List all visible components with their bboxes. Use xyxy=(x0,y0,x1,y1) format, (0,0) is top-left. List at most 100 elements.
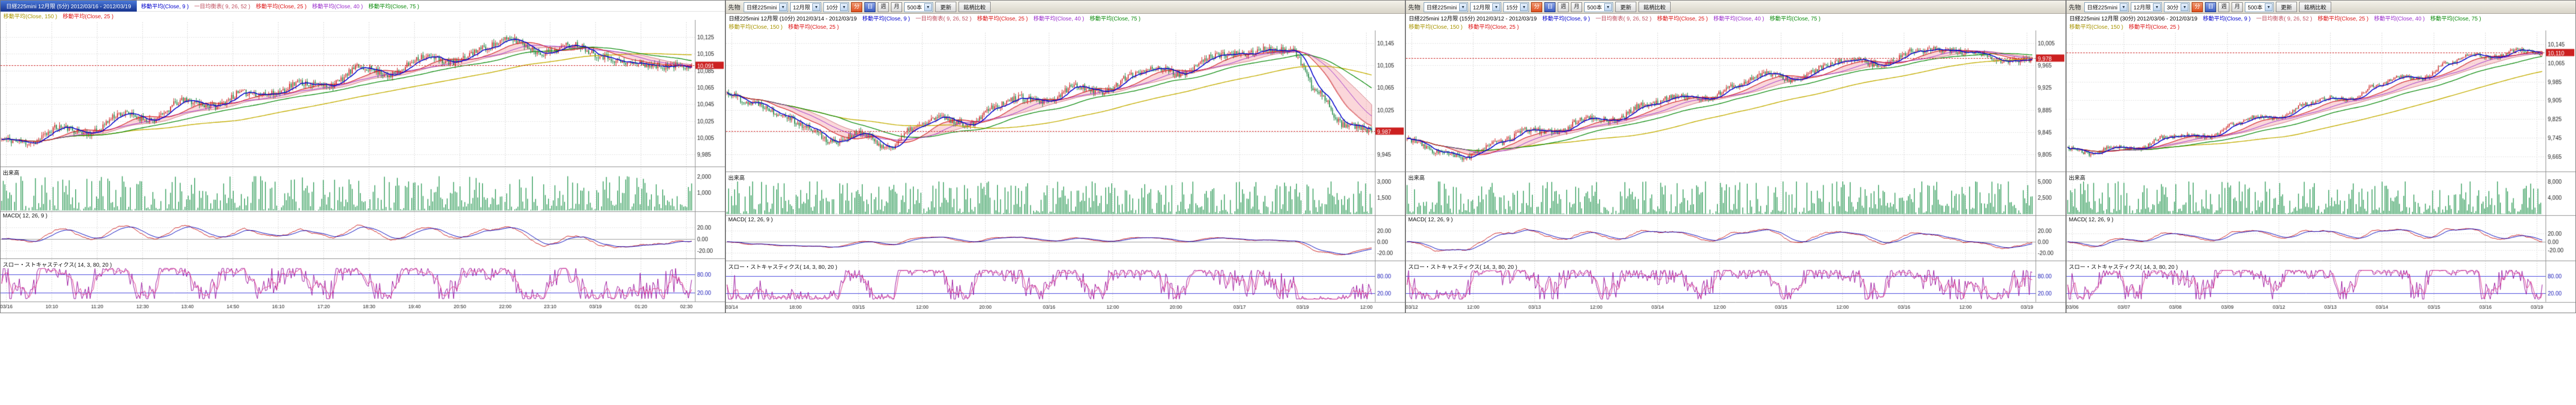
legend-ma40: 移動平均(Close, 40 ) xyxy=(2374,14,2425,22)
bars-select[interactable]: 500本▼ xyxy=(2245,2,2274,12)
timeframe-value: 15分 xyxy=(1506,3,1518,11)
titlebar-row: 日経225mini 12月限 (5分) 2012/03/16 - 2012/03… xyxy=(1,1,725,12)
legend-ma75: 移動平均(Close, 75 ) xyxy=(368,2,419,10)
chart-area[interactable]: 出来高 MACD( 12, 26, 9 ) スロー・ストキャスティクス( 14,… xyxy=(1406,30,2065,313)
chart-toolbar: 先物 日経225mini▼ 12月限▼ 15分▼ 分 日 週 月 500本▼ 更… xyxy=(1406,1,2065,14)
volume-label: 出来高 xyxy=(3,168,19,176)
legend-ma40: 移動平均(Close, 40 ) xyxy=(1713,14,1764,22)
volume-label: 出来高 xyxy=(2069,173,2085,181)
contract-select[interactable]: 12月限▼ xyxy=(1470,2,1501,12)
chevron-down-icon: ▼ xyxy=(1604,3,1612,11)
update-button[interactable]: 更新 xyxy=(1615,2,1636,12)
legend-ma9: 移動平均(Close, 9 ) xyxy=(1542,14,1590,22)
period-button-minute[interactable]: 分 xyxy=(2192,2,2203,12)
symbol-value: 日経225mini xyxy=(746,3,777,11)
chart-title: 日経225mini 12月限 (10分) 2012/03/14 - 2012/0… xyxy=(729,14,857,22)
volume-label: 出来高 xyxy=(1408,173,1425,181)
chart-toolbar: 先物 日経225mini▼ 12月限▼ 30分▼ 分 日 週 月 500本▼ 更… xyxy=(2067,1,2575,14)
compare-button[interactable]: 銘柄比較 xyxy=(2299,2,2331,12)
volume-label: 出来高 xyxy=(728,173,745,181)
macd-label: MACD( 12, 26, 9 ) xyxy=(3,213,48,219)
compare-button[interactable]: 銘柄比較 xyxy=(959,2,991,12)
chevron-down-icon: ▼ xyxy=(812,3,820,11)
update-button[interactable]: 更新 xyxy=(2276,2,2297,12)
legend-row-2: 移動平均(Close, 150 ) 移動平均(Close, 25 ) xyxy=(726,22,1405,30)
legend-ma25: 移動平均(Close, 25 ) xyxy=(1657,14,1708,22)
period-button-month[interactable]: 月 xyxy=(891,2,902,12)
contract-value: 12月限 xyxy=(2134,3,2151,11)
timeframe-select[interactable]: 15分▼ xyxy=(1503,2,1529,12)
chevron-down-icon: ▼ xyxy=(1492,3,1500,11)
legend-ma150: 移動平均(Close, 150 ) xyxy=(729,22,782,30)
chevron-down-icon: ▼ xyxy=(2265,3,2273,11)
legend-ma25: 移動平均(Close, 25 ) xyxy=(256,2,307,10)
period-button-minute[interactable]: 分 xyxy=(1531,2,1542,12)
period-button-minute[interactable]: 分 xyxy=(851,2,862,12)
period-button-week[interactable]: 週 xyxy=(1558,2,1569,12)
legend-ma9: 移動平均(Close, 9 ) xyxy=(862,14,910,22)
legend-ma9: 移動平均(Close, 9 ) xyxy=(2203,14,2250,22)
compare-button[interactable]: 銘柄比較 xyxy=(1639,2,1671,12)
legend-vol-ma25: 移動平均(Close, 25 ) xyxy=(2129,22,2180,30)
period-button-week[interactable]: 週 xyxy=(2218,2,2229,12)
legend-ma150: 移動平均(Close, 150 ) xyxy=(3,12,57,20)
timeframe-value: 30分 xyxy=(2167,3,2178,11)
timeframe-value: 10分 xyxy=(826,3,838,11)
chart-area[interactable]: 出来高 MACD( 12, 26, 9 ) スロー・ストキャスティクス( 14,… xyxy=(2067,30,2575,313)
stochastics-label: スロー・ストキャスティクス( 14, 3, 80, 20 ) xyxy=(728,262,837,271)
contract-select[interactable]: 12月限▼ xyxy=(2131,2,2162,12)
chevron-down-icon: ▼ xyxy=(1520,3,1528,11)
market-label: 先物 xyxy=(728,3,740,12)
legend-ma25: 移動平均(Close, 25 ) xyxy=(2318,14,2369,22)
chevron-down-icon: ▼ xyxy=(924,3,932,11)
period-button-month[interactable]: 月 xyxy=(1571,2,1582,12)
stochastics-label: スロー・ストキャスティクス( 14, 3, 80, 20 ) xyxy=(1408,262,1517,271)
legend-ma40: 移動平均(Close, 40 ) xyxy=(1033,14,1084,22)
window-title[interactable]: 日経225mini 12月限 (5分) 2012/03/16 - 2012/03… xyxy=(1,1,137,12)
bars-value: 500本 xyxy=(2248,3,2263,11)
timeframe-select[interactable]: 10分▼ xyxy=(823,2,849,12)
period-button-day[interactable]: 日 xyxy=(2205,2,2216,12)
macd-label: MACD( 12, 26, 9 ) xyxy=(2069,217,2114,223)
contract-select[interactable]: 12月限▼ xyxy=(790,2,821,12)
timeframe-select[interactable]: 30分▼ xyxy=(2164,2,2189,12)
period-button-week[interactable]: 週 xyxy=(878,2,889,12)
chevron-down-icon: ▼ xyxy=(840,3,848,11)
legend-ichimoku: 一目均衡表( 9, 26, 52 ) xyxy=(2256,14,2312,22)
update-button[interactable]: 更新 xyxy=(935,2,956,12)
legend-ma25: 移動平均(Close, 25 ) xyxy=(977,14,1028,22)
bars-value: 500本 xyxy=(907,3,922,11)
legend-row-2: 移動平均(Close, 150 ) 移動平均(Close, 25 ) xyxy=(1,12,725,20)
legend-vol-ma25: 移動平均(Close, 25 ) xyxy=(63,12,114,20)
legend-row-1: 日経225mini 12月限 (30分) 2012/03/06 - 2012/0… xyxy=(2067,14,2575,22)
legend-ma75: 移動平均(Close, 75 ) xyxy=(2430,14,2481,22)
bars-value: 500本 xyxy=(1587,3,1602,11)
symbol-value: 日経225mini xyxy=(1426,3,1457,11)
symbol-select[interactable]: 日経225mini▼ xyxy=(744,2,788,12)
market-label: 先物 xyxy=(2069,3,2081,12)
symbol-value: 日経225mini xyxy=(2087,3,2118,11)
legend-row-2: 移動平均(Close, 150 ) 移動平均(Close, 25 ) xyxy=(1406,22,2065,30)
legend-ma150: 移動平均(Close, 150 ) xyxy=(2069,22,2123,30)
symbol-select[interactable]: 日経225mini▼ xyxy=(1424,2,1468,12)
legend-row-1: 移動平均(Close, 9 ) 一目均衡表( 9, 26, 52 ) 移動平均(… xyxy=(137,2,424,10)
chart-area[interactable]: 出来高 MACD( 12, 26, 9 ) スロー・ストキャスティクス( 14,… xyxy=(1,20,725,313)
chart-area[interactable]: 出来高 MACD( 12, 26, 9 ) スロー・ストキャスティクス( 14,… xyxy=(726,30,1405,313)
bars-select[interactable]: 500本▼ xyxy=(1584,2,1613,12)
chart-title: 日経225mini 12月限 (15分) 2012/03/12 - 2012/0… xyxy=(1409,14,1537,22)
period-button-day[interactable]: 日 xyxy=(864,2,875,12)
legend-ma75: 移動平均(Close, 75 ) xyxy=(1770,14,1821,22)
market-label: 先物 xyxy=(1408,3,1420,12)
legend-ichimoku: 一目均衡表( 9, 26, 52 ) xyxy=(915,14,971,22)
period-button-day[interactable]: 日 xyxy=(1544,2,1555,12)
chart-title: 日経225mini 12月限 (30分) 2012/03/06 - 2012/0… xyxy=(2069,14,2197,22)
bars-select[interactable]: 500本▼ xyxy=(904,2,933,12)
macd-label: MACD( 12, 26, 9 ) xyxy=(728,217,773,223)
symbol-select[interactable]: 日経225mini▼ xyxy=(2084,2,2129,12)
contract-value: 12月限 xyxy=(793,3,810,11)
legend-row-1: 日経225mini 12月限 (10分) 2012/03/14 - 2012/0… xyxy=(726,14,1405,22)
price-chart-canvas[interactable] xyxy=(1,20,725,313)
chart-toolbar: 先物 日経225mini▼ 12月限▼ 10分▼ 分 日 週 月 500本▼ 更… xyxy=(726,1,1405,14)
period-button-month[interactable]: 月 xyxy=(2232,2,2243,12)
chart-window-2: 先物 日経225mini▼ 12月限▼ 10分▼ 分 日 週 月 500本▼ 更… xyxy=(725,0,1405,313)
